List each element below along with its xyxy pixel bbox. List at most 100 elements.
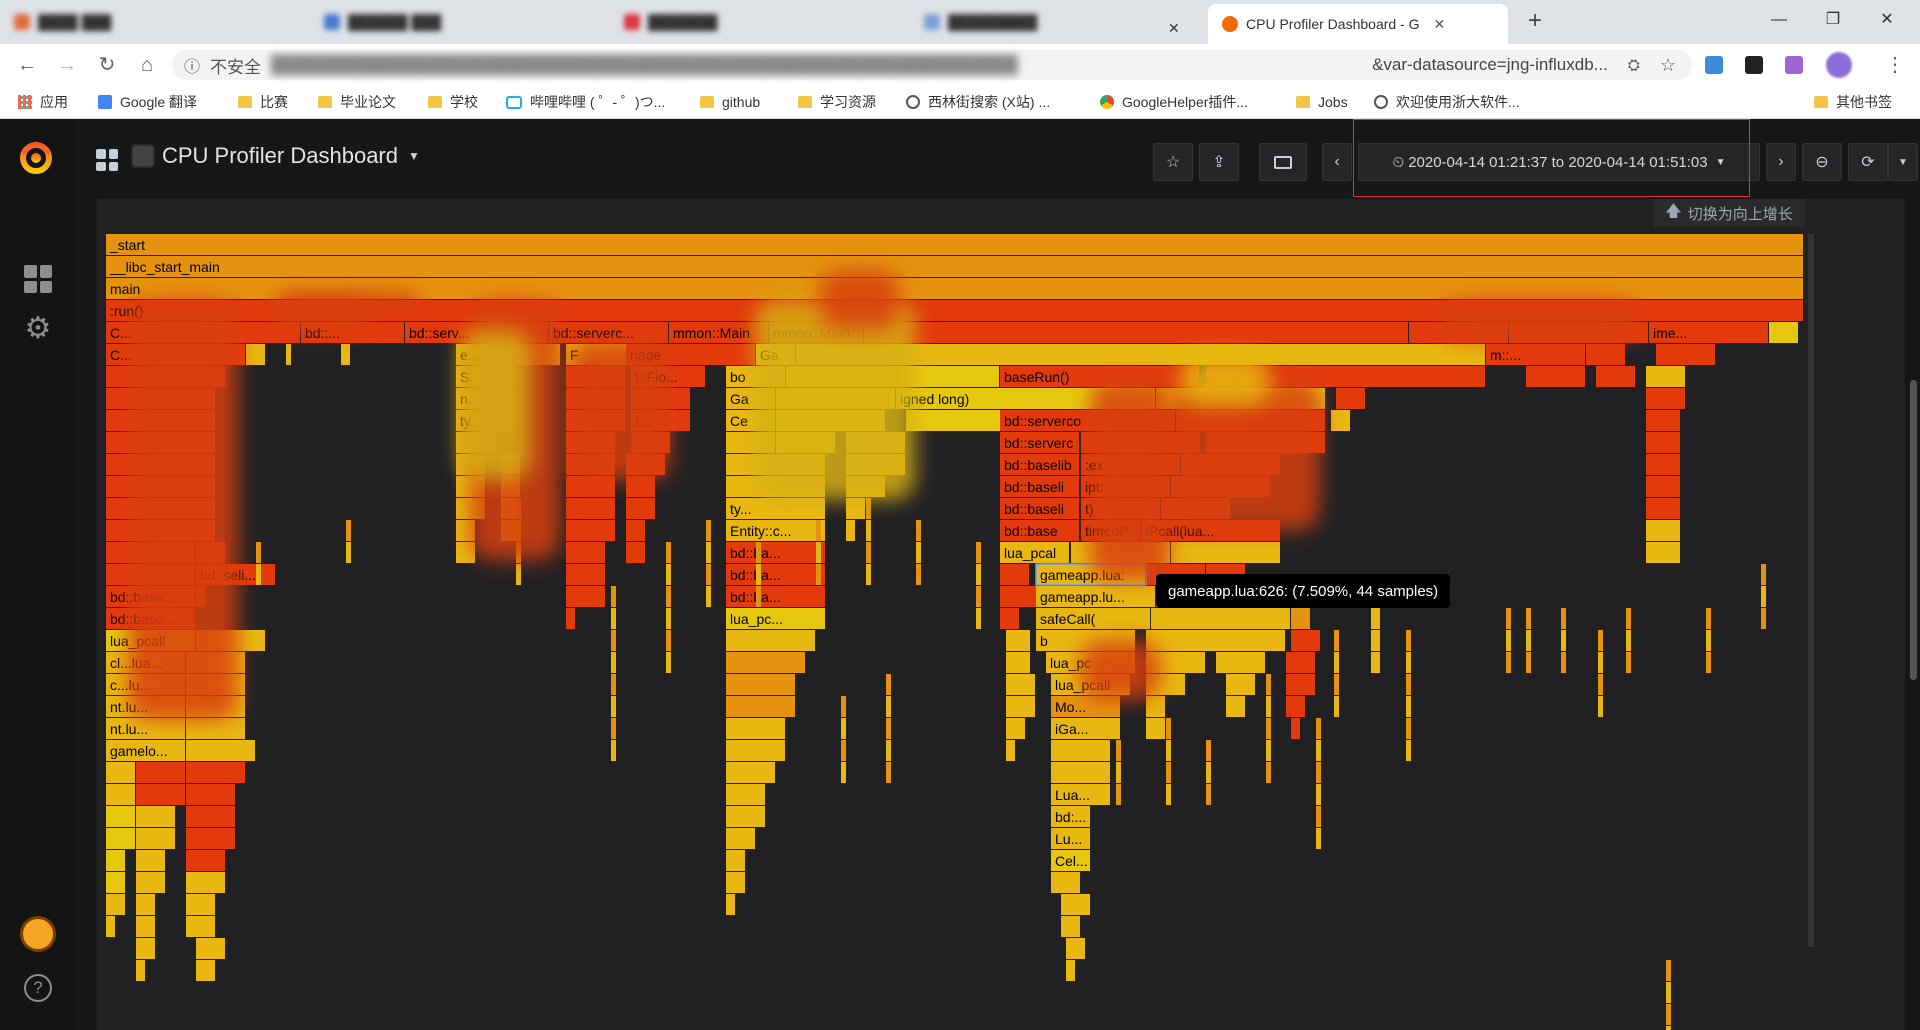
flame-frame-rect[interactable] xyxy=(886,740,891,761)
flame-frame[interactable] xyxy=(1291,718,1300,739)
flame-frame-rect[interactable] xyxy=(136,828,175,849)
flame-frame[interactable]: bd::ba... xyxy=(726,564,825,585)
flame-frame[interactable] xyxy=(516,564,521,585)
flame-frame[interactable] xyxy=(916,564,921,585)
bookmark-item[interactable]: 比赛 xyxy=(238,91,288,113)
flame-frame-rect[interactable] xyxy=(1506,608,1511,629)
flame-frame-rect[interactable] xyxy=(1166,784,1171,805)
flame-frame-rect[interactable] xyxy=(106,828,135,849)
flame-frame[interactable] xyxy=(1266,740,1271,761)
flame-frame[interactable] xyxy=(106,784,135,805)
flame-frame-rect[interactable] xyxy=(566,564,605,585)
flame-frame-rect[interactable] xyxy=(846,498,865,519)
flame-frame[interactable]: mmon::Main xyxy=(669,322,768,343)
flame-frame[interactable]: lua_pc... xyxy=(726,608,825,629)
flame-frame[interactable] xyxy=(1051,740,1110,761)
flame-frame[interactable] xyxy=(186,762,245,783)
flame-frame-rect[interactable] xyxy=(666,608,671,629)
flame-frame[interactable] xyxy=(136,784,185,805)
flame-frame-rect[interactable] xyxy=(1051,872,1080,893)
flame-frame[interactable] xyxy=(1334,674,1339,695)
flame-frame[interactable] xyxy=(346,542,351,563)
flame-frame[interactable] xyxy=(106,762,135,783)
flame-frame-rect[interactable] xyxy=(611,586,616,607)
flame-frame-rect[interactable] xyxy=(1646,388,1685,409)
new-tab-button[interactable]: + xyxy=(1520,6,1550,36)
flame-frame[interactable] xyxy=(1706,630,1711,651)
flame-frame-rect[interactable] xyxy=(106,234,1803,255)
flame-frame-rect[interactable] xyxy=(1266,740,1271,761)
flame-frame[interactable] xyxy=(1226,696,1245,717)
flame-frame[interactable] xyxy=(196,960,215,981)
flame-frame-rect[interactable] xyxy=(666,630,671,651)
flame-frame[interactable] xyxy=(626,542,645,563)
flame-frame[interactable] xyxy=(1646,432,1680,453)
flame-frame-rect[interactable] xyxy=(706,542,711,563)
flame-frame[interactable] xyxy=(1626,630,1631,651)
flame-frame-rect[interactable] xyxy=(626,520,645,541)
flame-frame-rect[interactable] xyxy=(566,586,605,607)
flame-frame-rect[interactable] xyxy=(726,740,785,761)
flame-frame-rect[interactable] xyxy=(864,322,1408,343)
flame-frame[interactable] xyxy=(1000,608,1019,629)
flame-frame[interactable] xyxy=(186,894,215,915)
flame-frame-rect[interactable] xyxy=(611,608,616,629)
flame-frame-rect[interactable] xyxy=(1706,630,1711,651)
flame-frame-rect[interactable] xyxy=(1626,652,1631,673)
flame-frame-rect[interactable] xyxy=(136,894,155,915)
flame-frame[interactable] xyxy=(1598,696,1603,717)
flame-frame[interactable] xyxy=(566,498,615,519)
flame-frame-rect[interactable] xyxy=(346,520,351,541)
flame-frame-rect[interactable] xyxy=(841,696,846,717)
flame-frame[interactable]: bd::serverc xyxy=(1000,432,1079,453)
flame-frame[interactable] xyxy=(666,586,671,607)
flame-frame[interactable] xyxy=(1769,322,1798,343)
flame-frame[interactable] xyxy=(566,542,605,563)
flame-frame[interactable] xyxy=(1006,652,1030,673)
dashboard-grid-icon[interactable] xyxy=(96,149,118,171)
flame-frame[interactable]: Entity::c... xyxy=(726,520,825,541)
flame-frame[interactable] xyxy=(1598,674,1603,695)
flame-frame-rect[interactable] xyxy=(1331,410,1350,431)
flame-frame-rect[interactable] xyxy=(256,542,261,563)
flame-frame[interactable]: gamelo... xyxy=(106,740,185,761)
flame-frame-rect[interactable] xyxy=(1646,454,1680,475)
flame-frame-rect[interactable] xyxy=(1116,740,1121,761)
flame-frame-rect[interactable] xyxy=(106,806,135,827)
flame-frame-rect[interactable] xyxy=(1598,674,1603,695)
flame-frame[interactable] xyxy=(1706,608,1711,629)
flame-frame[interactable] xyxy=(1266,674,1271,695)
flame-frame[interactable] xyxy=(1598,652,1603,673)
page-scrollbar[interactable] xyxy=(1910,380,1917,680)
flame-frame-rect[interactable] xyxy=(611,696,616,717)
flame-frame[interactable] xyxy=(1598,630,1603,651)
flame-frame-rect[interactable] xyxy=(841,740,846,761)
flame-frame-rect[interactable] xyxy=(1316,740,1321,761)
flame-frame[interactable]: nt.lu... xyxy=(106,718,185,739)
browser-tab[interactable]: ████ ███ xyxy=(0,0,300,44)
flame-frame-rect[interactable] xyxy=(816,520,821,541)
flame-frame-rect[interactable] xyxy=(1146,718,1165,739)
flame-frame-rect[interactable] xyxy=(866,520,871,541)
flame-frame[interactable]: bd::ba... xyxy=(726,586,825,607)
flame-frame-rect[interactable] xyxy=(136,938,155,959)
flame-frame[interactable]: bd::ba... xyxy=(726,542,825,563)
flame-frame-rect[interactable] xyxy=(1286,652,1315,673)
flame-frame[interactable] xyxy=(1646,498,1680,519)
flame-frame-rect[interactable] xyxy=(1406,674,1411,695)
browser-tab[interactable]: █████████ xyxy=(910,0,1200,44)
flame-frame-rect[interactable] xyxy=(1000,564,1029,585)
flame-frame-rect[interactable] xyxy=(1526,652,1531,673)
flame-frame[interactable] xyxy=(1646,454,1680,475)
flame-frame[interactable] xyxy=(1286,696,1305,717)
flame-frame-rect[interactable] xyxy=(1334,630,1339,651)
flame-frame-rect[interactable] xyxy=(726,696,795,717)
browser-tab[interactable]: ██████ ███ xyxy=(310,0,600,44)
flame-frame-rect[interactable] xyxy=(1266,762,1271,783)
flame-frame-rect[interactable] xyxy=(1406,718,1411,739)
flame-frame-rect[interactable] xyxy=(1061,894,1090,915)
flame-frame[interactable] xyxy=(976,542,981,563)
flame-frame[interactable] xyxy=(611,586,616,607)
flame-frame[interactable] xyxy=(136,894,155,915)
flame-frame[interactable] xyxy=(1316,806,1321,827)
